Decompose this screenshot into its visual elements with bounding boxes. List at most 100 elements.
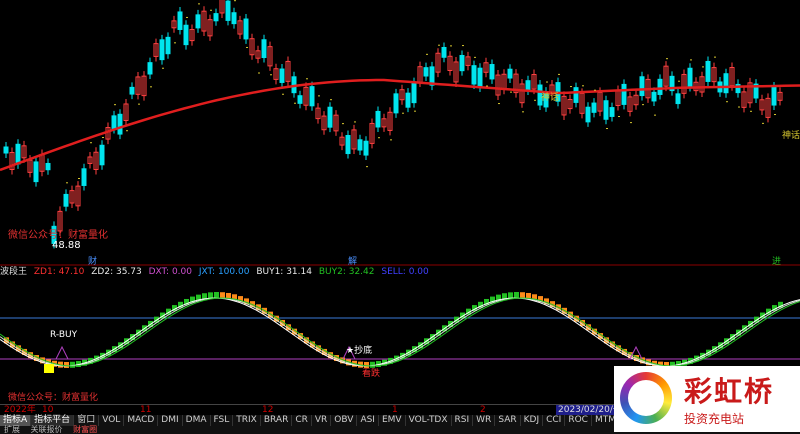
sar-dot — [606, 128, 608, 130]
tab-17[interactable]: WR — [473, 415, 496, 426]
candle-body — [591, 102, 597, 113]
bottom-fishing-label: ★抄底 — [346, 346, 373, 356]
candle-body — [471, 65, 477, 85]
candle-body — [375, 110, 381, 128]
candle-body — [117, 113, 123, 135]
sar-dot — [546, 81, 548, 83]
candle-body — [675, 93, 681, 105]
sar-dot — [330, 99, 332, 101]
tab-13[interactable]: ASI — [357, 415, 379, 426]
sar-dot — [450, 45, 452, 47]
sar-dot — [90, 142, 92, 144]
candle-body — [111, 115, 117, 129]
sar-dot — [654, 114, 656, 116]
sar-dot — [618, 116, 620, 118]
low-price-label: 48.88 — [52, 240, 81, 251]
tab-16[interactable]: RSI — [452, 415, 474, 426]
candle-body — [33, 161, 39, 183]
tab-12[interactable]: OBV — [331, 415, 358, 426]
candle-body — [705, 60, 711, 82]
wealth-circle-button[interactable]: 财富圈 — [73, 425, 97, 434]
candle-body — [183, 24, 189, 46]
candle-body — [177, 11, 183, 30]
candle-body — [213, 13, 219, 22]
candle-body — [243, 18, 249, 40]
sell-value: SELL: 0.00 — [381, 267, 429, 277]
candle-body — [525, 80, 531, 91]
sar-dot — [306, 78, 308, 80]
sar-dot — [390, 139, 392, 141]
candle-body — [657, 78, 663, 95]
sar-dot — [102, 137, 104, 139]
sar-dot — [582, 85, 584, 87]
logo-slogan: 投资充电站 — [684, 412, 745, 426]
expand-button[interactable]: 扩展 — [4, 425, 20, 434]
candle-body — [327, 106, 333, 128]
zd2-value: ZD2: 35.73 — [91, 267, 142, 277]
tab-8[interactable]: TRIX — [233, 415, 261, 426]
sar-dot — [402, 112, 404, 114]
oscillator-block — [220, 292, 225, 299]
candle-body — [573, 87, 579, 103]
tab-20[interactable]: CCI — [543, 415, 566, 426]
sar-dot — [690, 59, 692, 61]
sar-dot — [438, 44, 440, 46]
candle-body — [15, 143, 21, 165]
candle-body — [63, 193, 69, 207]
sar-dot — [642, 104, 644, 106]
sar-dot — [702, 66, 704, 68]
sar-dot — [474, 56, 476, 58]
oscillator-block — [208, 292, 213, 299]
candle-body — [357, 139, 363, 151]
candle-body — [279, 68, 285, 83]
sar-dot — [114, 104, 116, 106]
sar-dot — [762, 122, 764, 124]
rainbow-bridge-logo: 彩虹桥 投资充电站 — [614, 366, 800, 432]
signal-swing-2: 神话 — [782, 131, 800, 141]
candle-body — [309, 86, 315, 107]
candle-body — [423, 67, 429, 77]
tab-21[interactable]: ROC — [565, 415, 592, 426]
related-quote-button[interactable]: 关联报价 — [31, 425, 63, 434]
tab-5[interactable]: DMI — [158, 415, 183, 426]
tab-11[interactable]: VR — [312, 415, 332, 426]
tab-6[interactable]: DMA — [183, 415, 211, 426]
candle-body — [345, 135, 351, 155]
indicator-name[interactable]: 波段王 — [0, 267, 27, 277]
sar-dot — [318, 95, 320, 97]
oscillator-block — [70, 361, 75, 368]
sar-dot — [126, 130, 128, 132]
sar-dot — [66, 182, 68, 184]
sar-dot — [594, 89, 596, 91]
signal-swing-1: 神话 — [541, 93, 560, 103]
tab-3[interactable]: VOL — [99, 415, 125, 426]
sar-dot — [210, 9, 212, 11]
sar-dot — [234, 0, 236, 2]
candle-body — [363, 140, 369, 156]
candle-body — [489, 64, 495, 80]
sar-dot — [510, 91, 512, 93]
watch-label: 看跌 — [362, 369, 381, 379]
buy2-value: BUY2: 32.42 — [318, 267, 375, 277]
tab-15[interactable]: VOL-TDX — [406, 415, 452, 426]
tab-19[interactable]: KDJ — [521, 415, 544, 426]
indicator-header: 波段王 ZD1: 47.10 ZD2: 35.73 DXT: 0.00 JXT:… — [0, 266, 800, 279]
candle-body — [129, 86, 135, 95]
sar-dot — [558, 73, 560, 75]
candle-body — [585, 106, 591, 123]
tab-9[interactable]: BRAR — [261, 415, 293, 426]
sar-dot — [138, 103, 140, 105]
sar-dot — [414, 110, 416, 112]
rbuy-label: R-BUY — [50, 330, 78, 340]
tab-7[interactable]: FSL — [211, 415, 234, 426]
candle-body — [159, 39, 165, 61]
buy-spike — [55, 345, 69, 360]
tab-18[interactable]: SAR — [495, 415, 521, 426]
candle-body — [687, 67, 693, 88]
sar-dot — [498, 103, 500, 105]
tab-4[interactable]: MACD — [124, 415, 159, 426]
tab-10[interactable]: CR — [292, 415, 312, 426]
sar-dot — [78, 177, 80, 179]
tab-14[interactable]: EMV — [379, 415, 406, 426]
candle-body — [723, 73, 729, 94]
